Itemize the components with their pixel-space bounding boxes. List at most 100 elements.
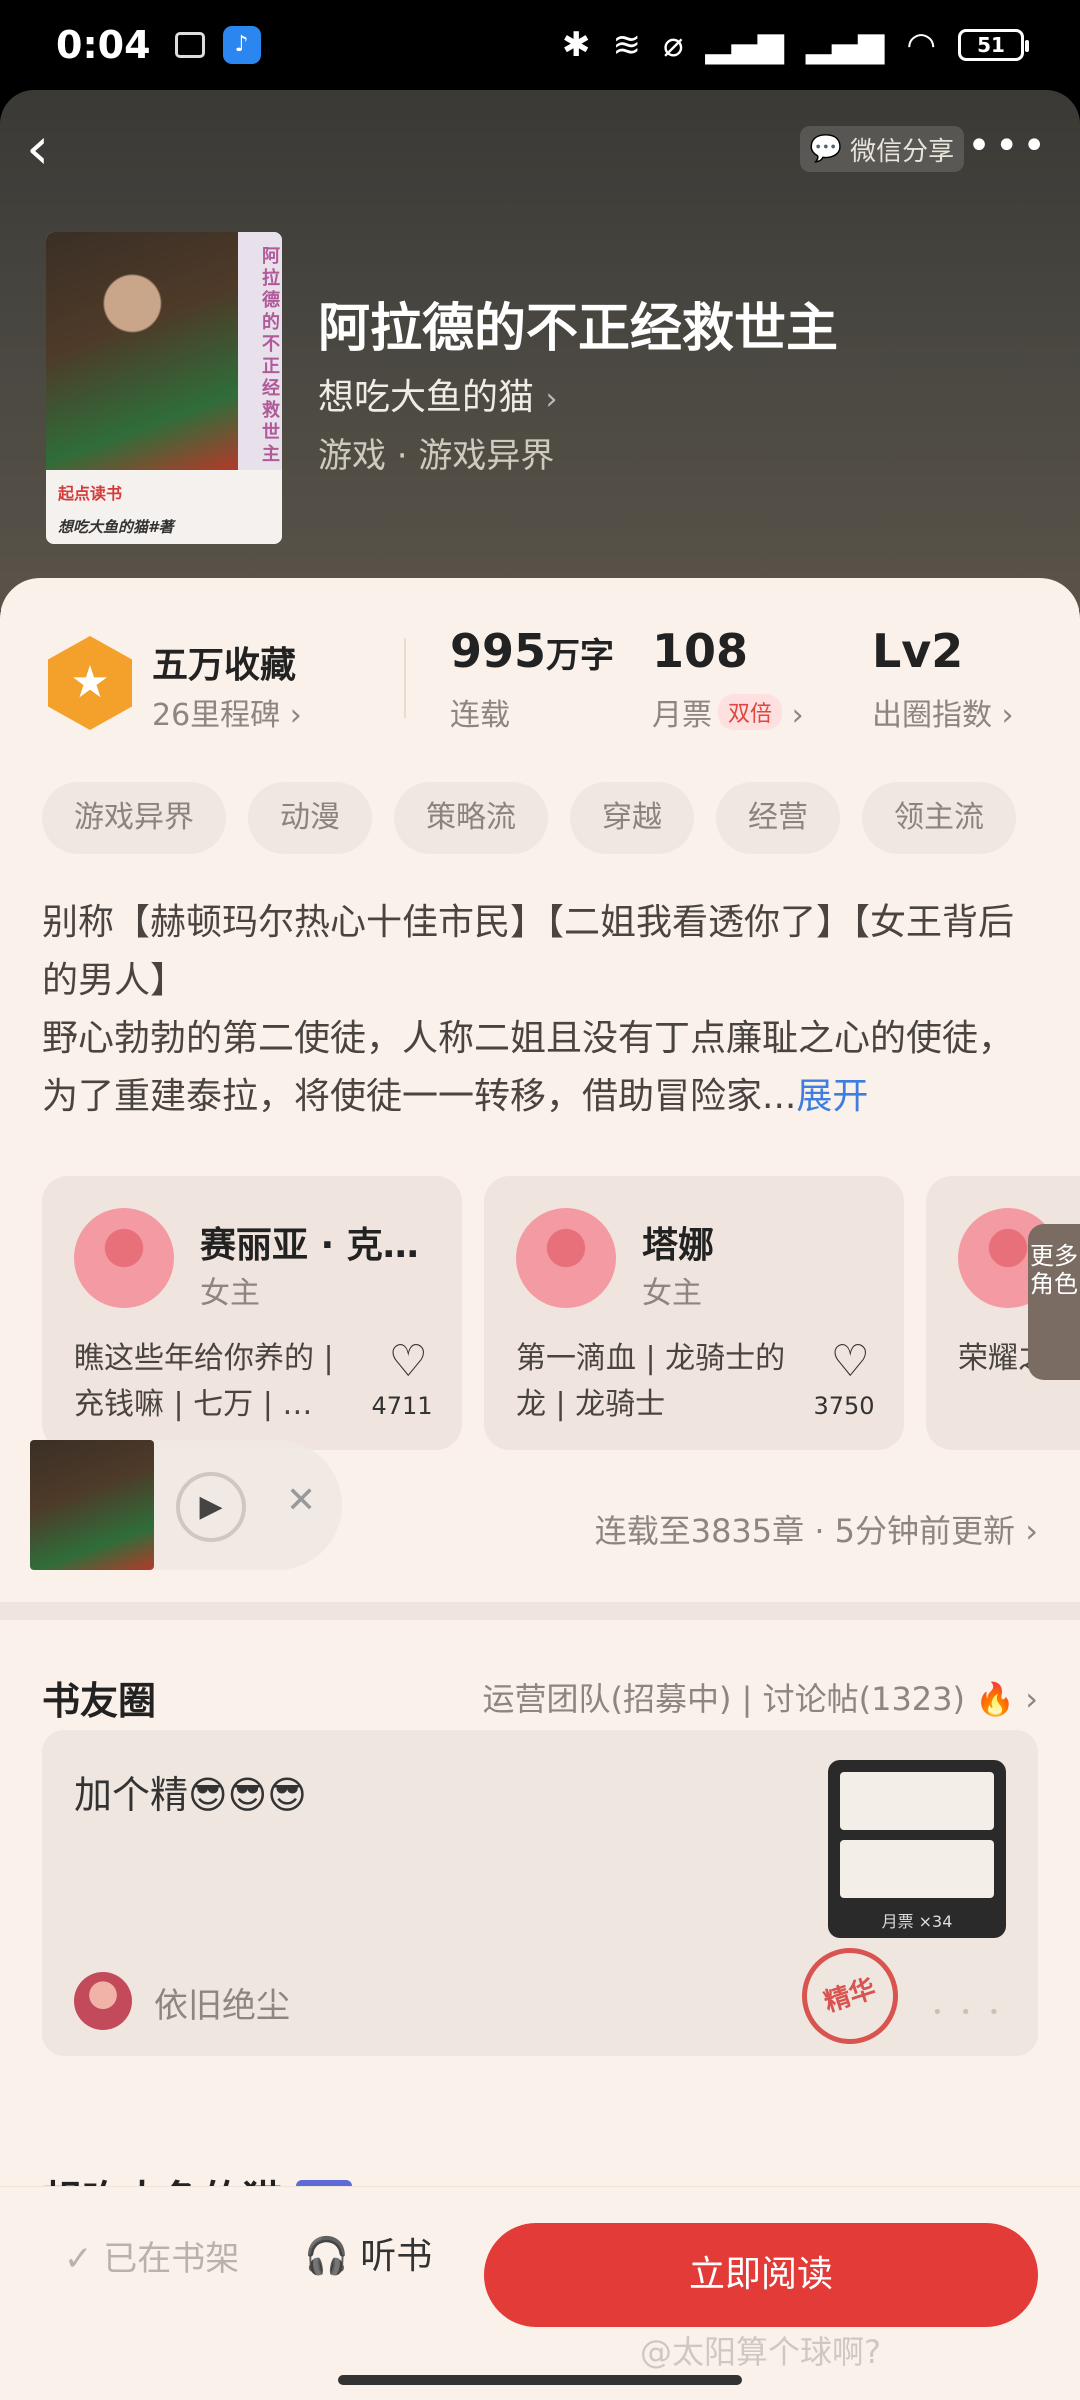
author-link[interactable]: 想吃大鱼的猫 ›: [318, 368, 557, 420]
description-line: 别称【赫顿玛尔热心十佳市民】【二姐我看透你了】【女王背后的男人】: [42, 902, 1015, 1001]
wechat-share-button[interactable]: 💬 微信分享: [800, 126, 964, 172]
mute-icon: ⌀: [662, 25, 684, 65]
home-indicator[interactable]: [338, 2375, 742, 2385]
favorites-count: 五万收藏: [152, 645, 297, 686]
bottom-action-bar: ✓ 已在书架 🎧 听书 立即阅读 @太阳算个球啊?: [0, 2186, 1080, 2400]
tag-chip[interactable]: 经营: [716, 782, 840, 854]
circle-title: 书友圈: [42, 1679, 157, 1723]
mini-player-cover: [30, 1440, 154, 1570]
divider: [404, 638, 406, 718]
vibrate-icon: ≋: [612, 25, 641, 65]
status-left-icons: ♪: [174, 26, 261, 64]
pagination-dots: • • •: [932, 2002, 1006, 2023]
chevron-left-icon: ‹: [26, 114, 50, 182]
heart-icon[interactable]: ♡: [389, 1336, 428, 1387]
chevron-right-icon: ›: [791, 698, 804, 733]
status-bar: 0:04 ♪ ✱ ≋ ⌀ ▂▄▆ ▂▄▆ ◠ 51: [0, 0, 1080, 90]
listen-label: 听书: [360, 2236, 433, 2277]
author-name: 想吃大鱼的猫: [318, 377, 535, 418]
on-shelf-button[interactable]: ✓ 已在书架: [64, 2231, 239, 2280]
role-list: 赛丽亚 · 克… 女主 瞧这些年给你养的 | 充钱嘛 | 七万 | … ♡ 47…: [42, 1176, 1080, 1450]
role-avatar: [74, 1208, 174, 1308]
popularity-link[interactable]: 出圈指数 ›: [872, 690, 1014, 734]
role-card[interactable]: 塔娜 女主 第一滴血 | 龙骑士的龙 | 龙骑士 ♡ 3750: [484, 1176, 904, 1450]
discussion-link[interactable]: 讨论帖(1323): [763, 1680, 965, 1718]
flame-icon: 🔥: [975, 1680, 1016, 1718]
circle-links[interactable]: 运营团队(招募中) | 讨论帖(1323) 🔥 ›: [482, 1674, 1038, 1720]
role-avatar: [516, 1208, 616, 1308]
role-likes: 4711: [371, 1392, 433, 1420]
post-username[interactable]: 依旧绝尘: [154, 1978, 290, 2027]
role-type: 女主: [642, 1276, 702, 1311]
cover-footer: 起点读书 想吃大鱼的猫#著: [46, 470, 282, 544]
tag-chip[interactable]: 策略流: [394, 782, 548, 854]
book-title: 阿拉德的不正经救世主: [318, 298, 839, 359]
thumb-caption: 月票 ×34: [881, 1912, 953, 1931]
ticket-image: [840, 1840, 994, 1898]
section-divider: [0, 1602, 1080, 1620]
ops-team-link[interactable]: 运营团队(招募中): [482, 1680, 731, 1718]
tag-chip[interactable]: 穿越: [570, 782, 694, 854]
avatar[interactable]: [74, 1972, 132, 2030]
tag-chip[interactable]: 游戏异界: [42, 782, 226, 854]
role-name: 赛丽亚 · 克…: [200, 1225, 419, 1266]
featured-post[interactable]: 加个精😎😎😎 月票 ×34 精华 依旧绝尘 • • •: [42, 1730, 1038, 2057]
role-type: 女主: [200, 1276, 260, 1311]
status-time: 0:04: [56, 23, 151, 67]
ticket-image: [840, 1772, 994, 1830]
headphones-icon: 🎧: [304, 2236, 361, 2277]
more-options-button[interactable]: •••: [967, 126, 1050, 166]
cover-illustration: [46, 232, 238, 470]
monthly-tickets-label: 月票: [652, 698, 712, 733]
close-button[interactable]: ✕: [286, 1480, 316, 1521]
status-right: ✱ ≋ ⌀ ▂▄▆ ▂▄▆ ◠ 51: [562, 25, 1029, 65]
post-thumbnail[interactable]: 月票 ×34: [828, 1760, 1006, 1938]
chevron-right-icon: ›: [1025, 1512, 1038, 1550]
book-header: ‹ 💬 微信分享 ••• 阿拉德的不正经救世主 起点读书 想吃大鱼的猫#著 阿拉…: [0, 90, 1080, 610]
read-now-button[interactable]: 立即阅读: [484, 2223, 1038, 2327]
popularity-label: 出圈指数: [872, 698, 992, 733]
play-icon: ▶: [199, 1489, 223, 1524]
back-button[interactable]: ‹: [26, 118, 86, 178]
cover-side-title: 阿拉德的不正经救世主: [238, 232, 282, 470]
close-icon: ✕: [286, 1480, 317, 1521]
serial-status: 连载: [450, 698, 510, 733]
monthly-tickets-value: 108: [652, 624, 749, 678]
wifi-icon: ◠: [906, 25, 936, 65]
toc-info: 连载至3835章 · 5分钟前更新 ›: [594, 1512, 1038, 1550]
book-cover[interactable]: 阿拉德的不正经救世主 起点读书 想吃大鱼的猫#著: [46, 232, 282, 544]
cover-author: 想吃大鱼的猫#著: [58, 518, 174, 536]
word-count: 995万字: [450, 624, 614, 678]
expand-link[interactable]: 展开: [796, 1076, 868, 1117]
monthly-tickets-link[interactable]: 月票 双倍 ›: [652, 690, 804, 734]
role-likes: 3750: [813, 1392, 875, 1420]
featured-seal: 精华: [789, 1935, 911, 2057]
reader-circle-header: 书友圈 运营团队(招募中) | 讨论帖(1323) 🔥 ›: [42, 1670, 1038, 1730]
cover-badge: 起点读书: [58, 484, 123, 503]
app-notification-icon: ♪: [222, 26, 261, 64]
signal-icon: ▂▄▆: [705, 25, 784, 65]
more-icon: •••: [967, 123, 1050, 169]
book-description: 别称【赫顿玛尔热心十佳市民】【二姐我看透你了】【女王背后的男人】 野心勃勃的第二…: [42, 894, 1042, 1126]
double-badge: 双倍: [718, 694, 783, 730]
tag-chip[interactable]: 领主流: [862, 782, 1016, 854]
chevron-right-icon: ›: [1025, 1680, 1038, 1718]
audio-mini-player[interactable]: ▶ ✕: [30, 1440, 342, 1570]
chevron-right-icon: ›: [545, 382, 558, 417]
tag-chip[interactable]: 动漫: [248, 782, 372, 854]
battery-icon: 51: [958, 29, 1029, 61]
description-line: 野心勃勃的第二使徒，人称二姐且没有丁点廉耻之心的使徒，为了重建泰拉，将使徒一一转…: [42, 1018, 1015, 1117]
shelf-label: 已在书架: [103, 2239, 240, 2279]
star-medal-icon: ★: [48, 636, 132, 730]
milestone-link[interactable]: 26里程碑 ›: [152, 690, 302, 734]
milestone-label: 26里程碑: [152, 698, 281, 733]
book-genre: 游戏 · 游戏异界: [318, 436, 555, 476]
more-roles-button[interactable]: 更多角色: [1028, 1224, 1080, 1380]
heart-icon[interactable]: ♡: [831, 1336, 870, 1387]
notification-icon: [174, 32, 205, 58]
role-card[interactable]: 赛丽亚 · 克… 女主 瞧这些年给你养的 | 充钱嘛 | 七万 | … ♡ 47…: [42, 1176, 462, 1450]
popularity-level: Lv2: [872, 624, 964, 678]
role-name: 塔娜: [642, 1225, 715, 1266]
play-button[interactable]: ▶: [176, 1472, 246, 1542]
listen-button[interactable]: 🎧 听书: [304, 2227, 432, 2279]
